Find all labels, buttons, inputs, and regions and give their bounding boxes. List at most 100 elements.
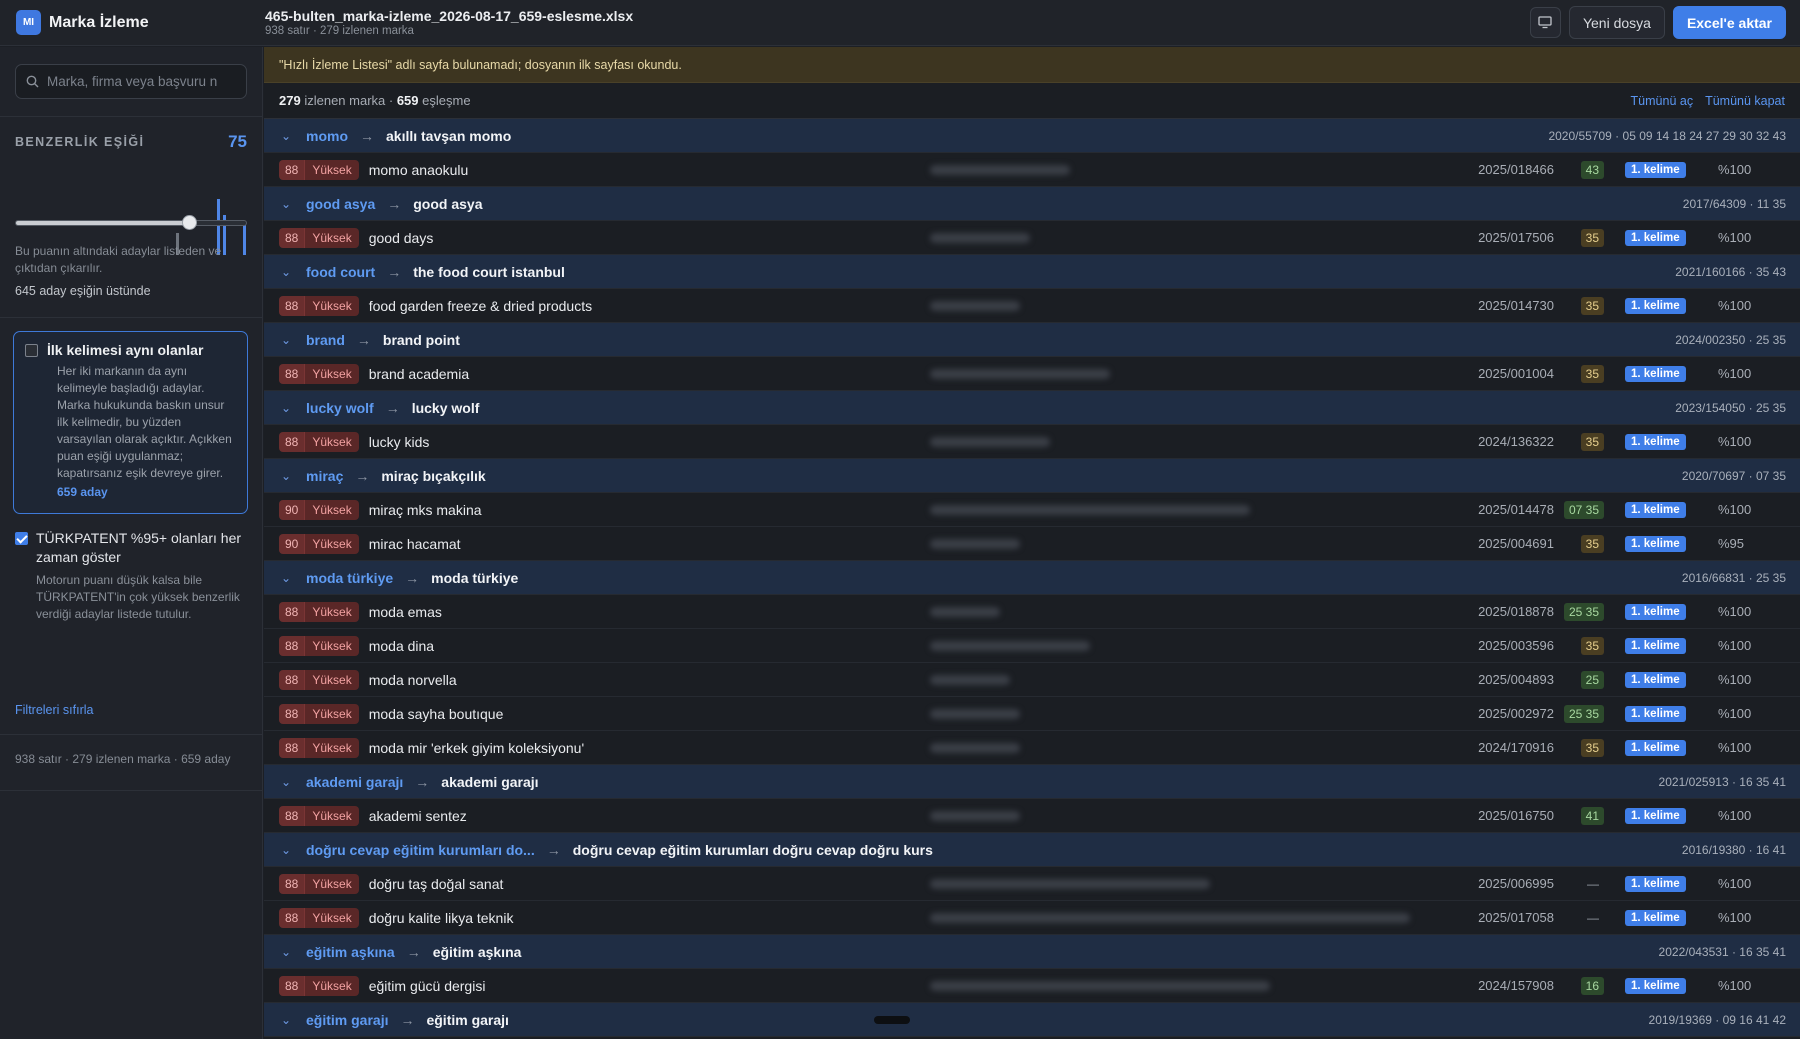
watched-mark-row[interactable]: ⌄ brand → brand point 2024/002350 · 25 35 <box>264 323 1800 357</box>
arrow-right-icon: → <box>387 195 402 212</box>
chevron-down-icon[interactable]: ⌄ <box>281 775 291 789</box>
search-input[interactable] <box>47 74 237 89</box>
class-badge-cell: 25 <box>1558 670 1604 689</box>
watched-mark-row[interactable]: ⌄ moda türkiye → moda türkiye 2016/66831 · 2… <box>264 561 1800 595</box>
chevron-down-icon[interactable]: ⌄ <box>281 401 291 415</box>
candidate-row[interactable]: 88 Yüksek moda mir 'erkek giyim koleksiyon… <box>264 731 1800 765</box>
score-badge: 88 Yüksek <box>279 601 359 622</box>
candidate-row[interactable]: 88 Yüksek akademi sentez 2025/016750 41 1. ke… <box>264 799 1800 833</box>
level-label: Yüksek <box>304 363 359 384</box>
watched-mark-row[interactable]: ⌄ momo → akıllı tavşan momo 2020/55709 · 05 … <box>264 119 1800 153</box>
candidate-name: akademi sentez <box>368 807 467 824</box>
expand-all-link[interactable]: Tümünü aç <box>1631 94 1694 108</box>
candidate-row[interactable]: 88 Yüksek momo anaokulu 2025/018466 43 1. kel… <box>264 153 1800 187</box>
candidate-row[interactable]: 88 Yüksek doğru taş doğal sanat 2025/006995… <box>264 867 1800 901</box>
watched-mark-meta: 2020/70697 · 07 35 <box>1681 468 1786 483</box>
candidate-name: brand academia <box>368 365 470 382</box>
score-value: 88 <box>279 975 305 996</box>
turkpatent-similarity: %100 <box>1718 978 1752 993</box>
chevron-down-icon[interactable]: ⌄ <box>281 129 291 143</box>
turkpatent-similarity: %100 <box>1718 706 1752 721</box>
first-word-badge: 1. kelime <box>1625 161 1686 178</box>
collapse-all-link[interactable]: Tümünü kapat <box>1705 94 1785 108</box>
candidate-row[interactable]: 90 Yüksek mirac hacamat 2025/004691 35 1. kel… <box>264 527 1800 561</box>
chevron-down-icon[interactable]: ⌄ <box>281 843 291 857</box>
turkpatent-option[interactable]: TÜRKPATENT %95+ olanları her zaman göste… <box>15 529 247 623</box>
watched-mark-row[interactable]: ⌄ doğru cevap eğitim kurumları do... → doğr… <box>264 833 1800 867</box>
watched-mark-row[interactable]: ⌄ akademi garajı → akademi garajı 2021/02591… <box>264 765 1800 799</box>
first-word-description: Her iki markanın da aynı kelimeyle başla… <box>57 364 232 480</box>
score-value: 88 <box>279 703 305 724</box>
application-number: 2025/018878 <box>1478 604 1554 619</box>
watched-mark-full: the food court istanbul <box>413 263 565 280</box>
sidebar-divider <box>0 790 262 791</box>
chevron-down-icon[interactable]: ⌄ <box>281 265 291 279</box>
candidate-row[interactable]: 88 Yüksek brand academia 2025/001004 35 1. ke… <box>264 357 1800 391</box>
turkpatent-title: TÜRKPATENT %95+ olanları her zaman göste… <box>36 530 242 565</box>
sidebar-footer-stats: 938 satır · 279 izlenen marka · 659 aday <box>15 752 231 766</box>
application-number: 2025/017058 <box>1478 910 1554 925</box>
turkpatent-similarity: %100 <box>1718 298 1752 313</box>
watched-mark-row[interactable]: ⌄ good asya → good asya 2017/64309 · 11 35 <box>264 187 1800 221</box>
candidate-row[interactable]: 88 Yüksek moda emas 2025/018878 25 35 1. keli… <box>264 595 1800 629</box>
chevron-down-icon[interactable]: ⌄ <box>281 197 291 211</box>
chevron-down-icon[interactable]: ⌄ <box>281 571 291 585</box>
threshold-slider[interactable] <box>15 215 247 230</box>
score-value: 88 <box>279 363 305 384</box>
watched-mark-row[interactable]: ⌄ miraç → miraç bıçakçılık 2020/70697 · 07 3… <box>264 459 1800 493</box>
chevron-down-icon[interactable]: ⌄ <box>281 1013 291 1027</box>
candidate-row[interactable]: 88 Yüksek good days 2025/017506 35 1. kelime%… <box>264 221 1800 255</box>
candidate-row[interactable]: 88 Yüksek moda dina 2025/003596 35 1. kelime%… <box>264 629 1800 663</box>
candidate-row[interactable]: 88 Yüksek food garden freeze & dried produ… <box>264 289 1800 323</box>
turkpatent-checkbox[interactable] <box>15 532 28 545</box>
chevron-down-icon[interactable]: ⌄ <box>281 469 291 483</box>
reset-filters-link[interactable]: Filtreleri sıfırla <box>15 703 93 717</box>
new-file-button[interactable]: Yeni dosya <box>1568 6 1665 39</box>
watched-mark-meta: 2020/55709 · 05 09 14 18 24 27 29 30 32 … <box>1548 128 1786 143</box>
watched-mark-row[interactable]: ⌄ eğitim aşkına → eğitim aşkına 2022/043531 … <box>264 935 1800 969</box>
turkpatent-similarity: %100 <box>1718 638 1752 653</box>
redacted-owner <box>910 901 1470 935</box>
first-word-checkbox[interactable] <box>25 343 38 357</box>
candidate-row[interactable]: 90 Yüksek miraç mks makina 2025/014478 07 35… <box>264 493 1800 527</box>
score-badge: 88 Yüksek <box>279 227 359 248</box>
watched-mark-row[interactable]: ⌄ lucky wolf → lucky wolf 2023/154050 · 25 3… <box>264 391 1800 425</box>
watched-mark-full: brand point <box>382 331 460 348</box>
level-label: Yüksek <box>304 975 359 996</box>
redacted-owner <box>910 663 1470 697</box>
first-word-filter-card[interactable]: İlk kelimesi aynı olanlar Her iki markan… <box>13 331 248 514</box>
application-number: 2025/004893 <box>1478 672 1554 687</box>
export-excel-button[interactable]: Excel'e aktar <box>1672 6 1786 39</box>
app-title: Marka İzleme <box>49 13 149 31</box>
monitor-toggle-button[interactable] <box>1529 7 1561 38</box>
watched-mark-name: miraç <box>306 467 344 484</box>
turkpatent-similarity: %100 <box>1718 434 1752 449</box>
watched-mark-row[interactable]: ⌄ eğitim garajı → eğitim garajı 2019/19369 ·… <box>264 1003 1800 1037</box>
search-box[interactable] <box>15 64 247 99</box>
class-badge-cell: 35 <box>1558 636 1604 655</box>
candidate-row[interactable]: 88 Yüksek lucky kids 2024/136322 35 1. kelime… <box>264 425 1800 459</box>
watched-mark-meta: 2024/002350 · 25 35 <box>1675 332 1786 347</box>
watched-mark-row[interactable]: ⌄ food court → the food court istanbul 2021/… <box>264 255 1800 289</box>
candidate-row[interactable]: 88 Yüksek moda norvella 2025/004893 25 1. kel… <box>264 663 1800 697</box>
level-label: Yüksek <box>304 601 359 622</box>
candidate-row[interactable]: 88 Yüksek eğitim gücü dergisi 2024/157908 16… <box>264 969 1800 1003</box>
redacted-owner <box>910 153 1470 187</box>
first-word-badge: 1. kelime <box>1625 603 1686 620</box>
candidate-row[interactable]: 88 Yüksek doğru kalite likya teknik 2025/01… <box>264 901 1800 935</box>
class-badge-cell: 41 <box>1558 806 1604 825</box>
candidate-row[interactable]: 88 Yüksek moda sayha boutıque 2025/002972 25… <box>264 697 1800 731</box>
redacted-owner <box>910 289 1470 323</box>
score-badge: 88 Yüksek <box>279 737 359 758</box>
class-badge-cell: 35 <box>1558 738 1604 757</box>
threshold-slider-handle[interactable] <box>181 215 197 230</box>
horizontal-scrollbar[interactable] <box>874 1016 910 1024</box>
application-number: 2025/018466 <box>1478 162 1554 177</box>
chevron-down-icon[interactable]: ⌄ <box>281 945 291 959</box>
candidate-name: miraç mks makina <box>368 501 482 518</box>
level-label: Yüksek <box>304 873 359 894</box>
chevron-down-icon[interactable]: ⌄ <box>281 333 291 347</box>
redacted-owner <box>910 221 1470 255</box>
watched-mark-name: food court <box>306 263 376 280</box>
watched-mark-meta: 2019/19369 · 09 16 41 42 <box>1648 1012 1786 1027</box>
